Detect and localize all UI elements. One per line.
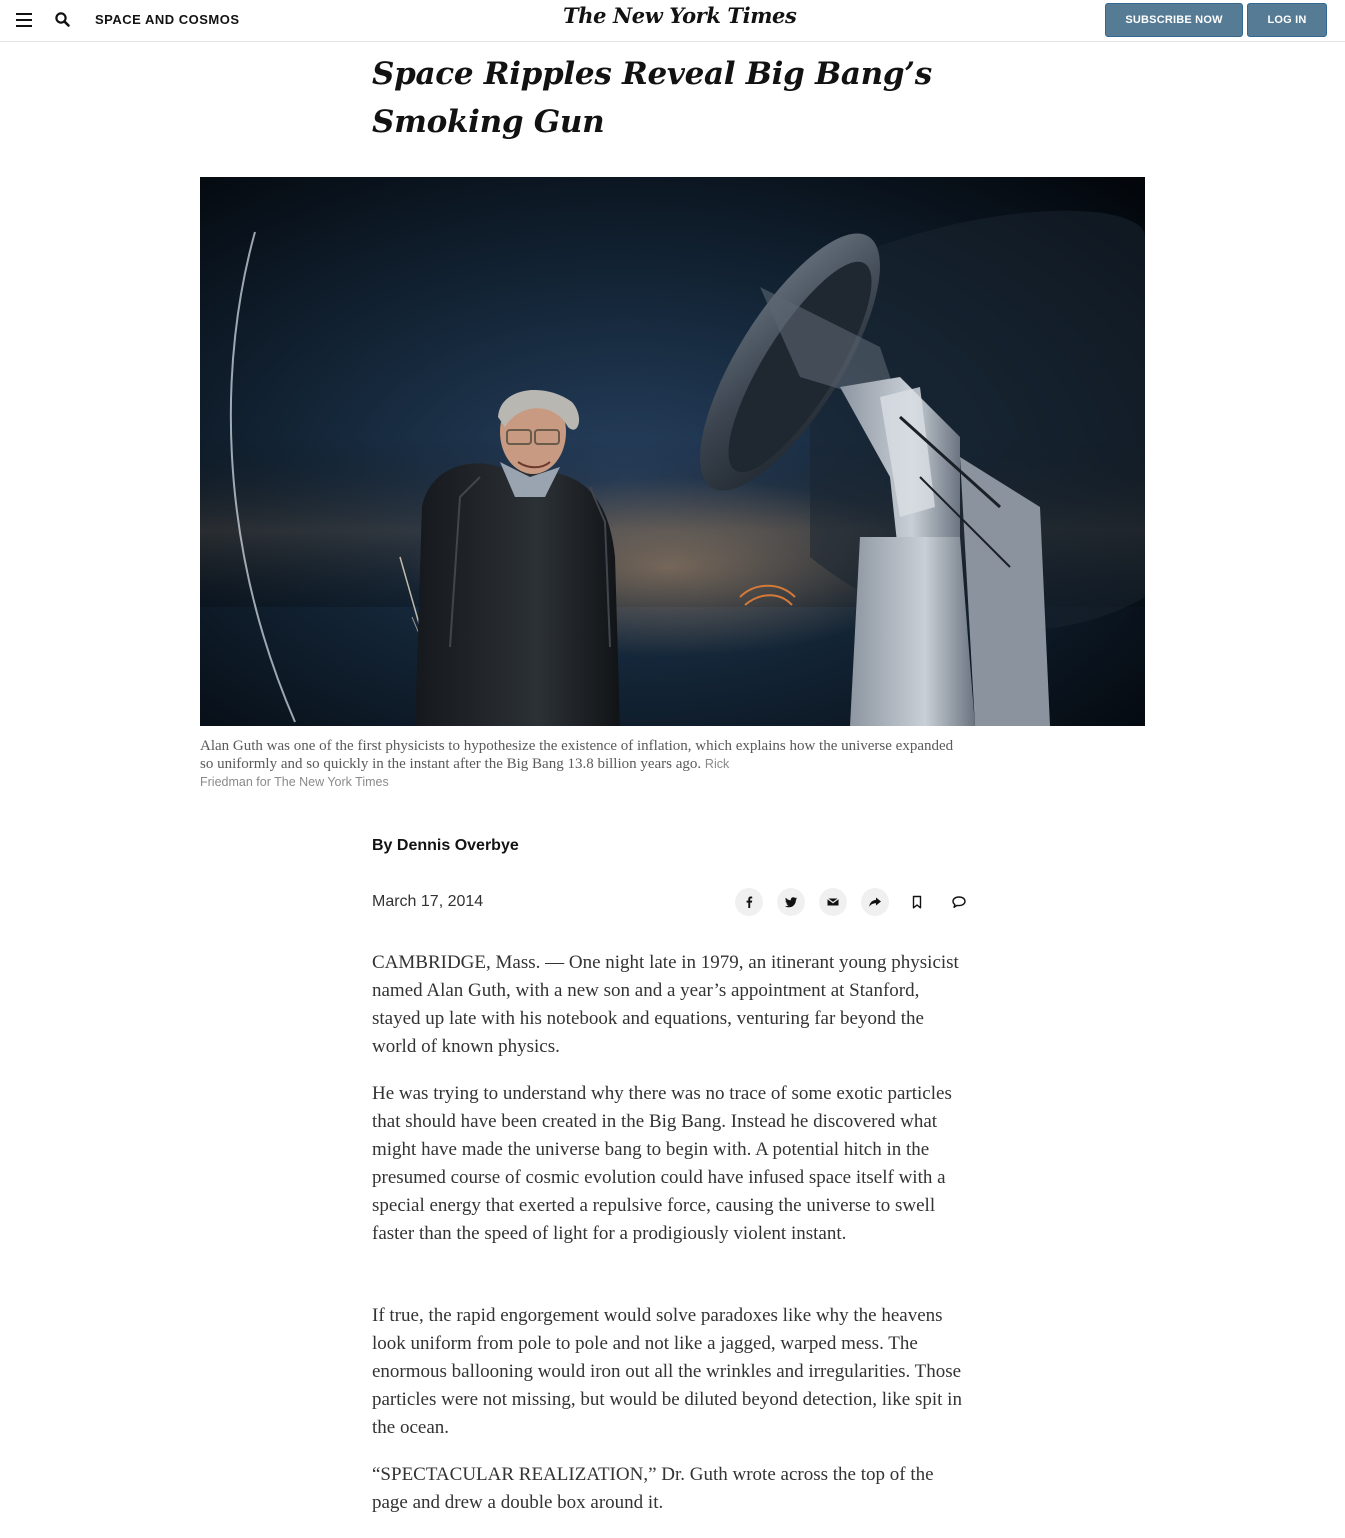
headline-line-1: Space Ripples Reveal Big Bang’s bbox=[372, 56, 932, 92]
nyt-logo[interactable]: The New York Times bbox=[563, 3, 797, 33]
article-headline: Space Ripples Reveal Big Bang’s Smoking G… bbox=[372, 50, 972, 146]
author-link[interactable]: Dennis Overbye bbox=[397, 837, 519, 854]
search-icon[interactable] bbox=[54, 11, 72, 29]
subscribe-button[interactable]: SUBSCRIBE NOW bbox=[1105, 3, 1243, 37]
bookmark-icon[interactable] bbox=[903, 888, 931, 916]
twitter-icon[interactable] bbox=[777, 888, 805, 916]
share-tools bbox=[735, 888, 973, 916]
article-paragraph-4: “SPECTACULAR REALIZATION,” Dr. Guth wrot… bbox=[372, 1464, 934, 1513]
article-paragraph-1: CAMBRIDGE, Mass. — One night late in 197… bbox=[372, 952, 959, 1057]
byline: By Dennis Overbye bbox=[372, 837, 519, 855]
email-icon[interactable] bbox=[819, 888, 847, 916]
section-link[interactable]: SPACE AND COSMOS bbox=[95, 12, 240, 27]
article-paragraph-2: He was trying to understand why there wa… bbox=[372, 1083, 952, 1244]
facebook-icon[interactable] bbox=[735, 888, 763, 916]
headline-line-2: Smoking Gun bbox=[372, 104, 605, 140]
credit-part-1: Rick bbox=[704, 757, 730, 771]
masthead: SPACE AND COSMOS The New York Times SUBS… bbox=[0, 0, 1345, 42]
article-paragraph-3: If true, the rapid engorgement would sol… bbox=[372, 1305, 962, 1438]
byline-prefix: By bbox=[372, 837, 393, 854]
comment-icon[interactable] bbox=[945, 888, 973, 916]
credit-part-2: Friedman for The New York Times bbox=[200, 775, 389, 789]
lead-photo-illustration bbox=[200, 177, 1145, 726]
photo-caption: Alan Guth was one of the first physicist… bbox=[200, 737, 960, 791]
caption-text: Alan Guth was one of the first physicist… bbox=[200, 738, 954, 772]
publish-date: March 17, 2014 bbox=[372, 893, 484, 910]
share-icon[interactable] bbox=[861, 888, 889, 916]
lead-photo bbox=[200, 177, 1145, 726]
login-button[interactable]: LOG IN bbox=[1247, 3, 1327, 37]
menu-icon[interactable] bbox=[16, 12, 32, 28]
